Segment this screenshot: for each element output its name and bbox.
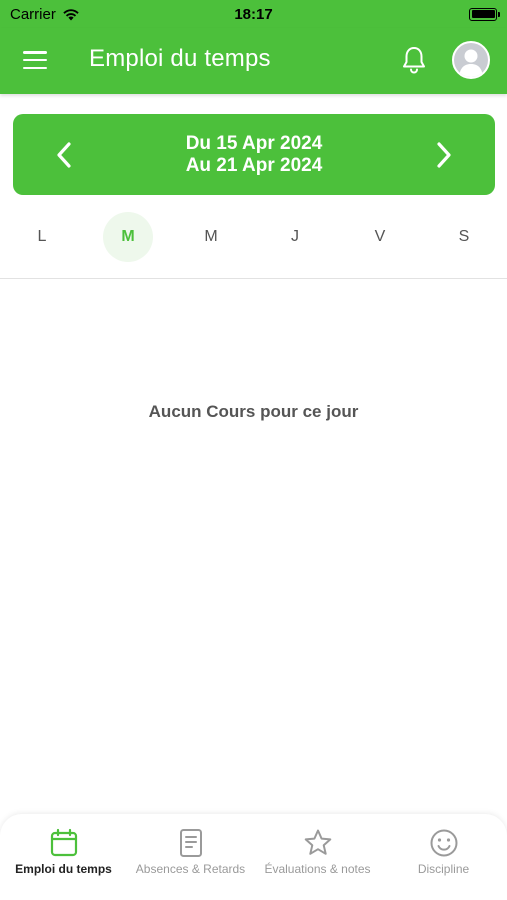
- chevron-right-icon: [437, 142, 451, 168]
- bottom-tab-bar: Emploi du temps Absences & Retards Évalu…: [0, 814, 507, 900]
- battery-icon: [469, 7, 500, 21]
- app-header: Emploi du temps: [0, 28, 507, 94]
- carrier-label: Carrier: [10, 5, 56, 23]
- empty-state-message: Aucun Cours pour ce jour: [148, 402, 359, 421]
- star-icon: [304, 829, 331, 855]
- avatar-icon: [454, 43, 488, 77]
- tab-label: Évaluations & notes: [264, 862, 371, 876]
- menu-icon[interactable]: [22, 49, 48, 71]
- day-thursday[interactable]: J: [270, 212, 320, 262]
- status-left: Carrier: [10, 6, 130, 23]
- tab-discipline[interactable]: Discipline: [380, 828, 507, 888]
- week-end-label: Au 21 Apr 2024: [185, 155, 323, 176]
- next-week-button[interactable]: [429, 138, 459, 172]
- tab-label: Absences & Retards: [135, 862, 246, 876]
- smiley-icon: [430, 829, 457, 857]
- tab-emploi-du-temps[interactable]: Emploi du temps: [0, 828, 127, 888]
- wifi-icon: [63, 9, 79, 21]
- day-saturday[interactable]: S: [439, 212, 489, 262]
- page-title: Emploi du temps: [89, 45, 271, 72]
- bell-icon[interactable]: [400, 45, 428, 75]
- tab-label: Emploi du temps: [15, 862, 112, 876]
- avatar[interactable]: [452, 41, 490, 79]
- tab-evaluations-notes[interactable]: Évaluations & notes: [254, 828, 381, 888]
- day-monday[interactable]: L: [17, 212, 67, 262]
- tab-label: Discipline: [417, 862, 470, 876]
- status-bar: Carrier 18:17: [0, 0, 507, 28]
- divider: [0, 278, 507, 279]
- day-selector: L M M J V S: [0, 212, 507, 262]
- status-time: 18:17: [234, 5, 273, 23]
- status-right: [377, 7, 500, 21]
- week-start-label: Du 15 Apr 2024: [185, 133, 323, 154]
- week-selector: Du 15 Apr 2024 Au 21 Apr 2024: [13, 114, 495, 195]
- day-friday[interactable]: V: [355, 212, 405, 262]
- week-range: Du 15 Apr 2024 Au 21 Apr 2024: [13, 133, 495, 177]
- day-tuesday[interactable]: M: [103, 212, 153, 262]
- day-wednesday[interactable]: M: [186, 212, 236, 262]
- calendar-icon: [50, 828, 77, 857]
- document-icon: [179, 829, 202, 857]
- tab-absences-retards[interactable]: Absences & Retards: [127, 828, 254, 888]
